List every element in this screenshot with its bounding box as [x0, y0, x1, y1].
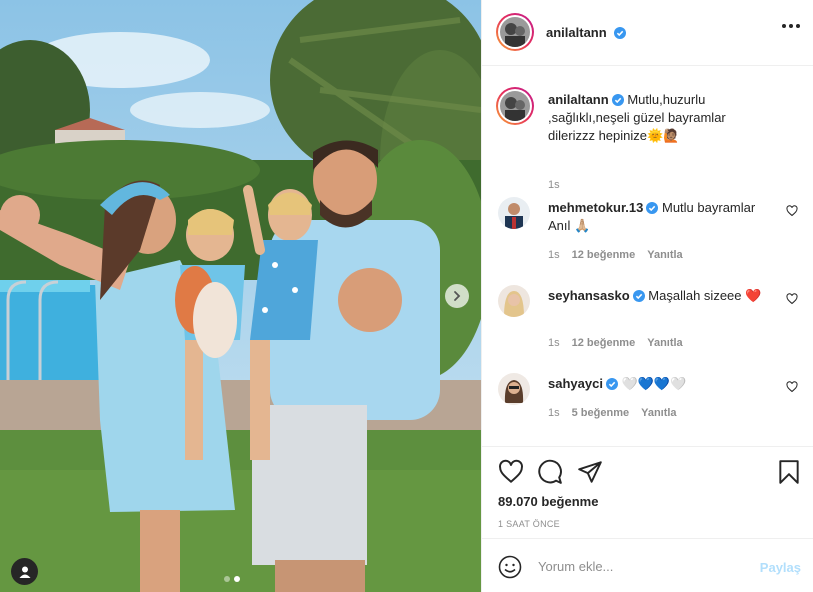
- photo-scene: [0, 0, 481, 592]
- carousel-indicator: [224, 576, 240, 582]
- share-icon[interactable]: [577, 459, 603, 485]
- caption-avatar[interactable]: [496, 87, 534, 125]
- commenter-avatar[interactable]: [498, 373, 530, 405]
- post-photo[interactable]: [0, 0, 481, 592]
- author-username[interactable]: anilaltann: [546, 25, 607, 40]
- user-tag-icon: [19, 566, 30, 578]
- verified-badge-icon: [614, 27, 627, 39]
- heart-icon[interactable]: [498, 459, 524, 485]
- author-avatar[interactable]: [496, 13, 534, 51]
- reply-button[interactable]: Yanıtla: [647, 337, 682, 349]
- bookmark-icon[interactable]: [777, 459, 801, 485]
- comment-meta: 1s 5 beğenme Yanıtla: [548, 407, 677, 419]
- comment-username[interactable]: mehmetokur.13: [548, 200, 643, 215]
- caption-text: anilaltann Mutlu,huzurlu ,sağlıklı,neşel…: [548, 91, 748, 145]
- comment-icon[interactable]: [537, 459, 563, 485]
- commenter-avatar[interactable]: [498, 197, 530, 229]
- comment-text: seyhansasko Maşallah sizeee ❤️: [548, 287, 768, 305]
- carousel-next-button[interactable]: [445, 284, 469, 308]
- comment-meta: 1s 12 beğenme Yanıtla: [548, 249, 683, 261]
- add-comment-bar: Paylaş: [482, 540, 813, 592]
- more-options-icon: [782, 24, 786, 28]
- comment-time[interactable]: 1s: [548, 337, 560, 349]
- avatar-photo: [500, 17, 530, 47]
- emoji-icon[interactable]: [498, 555, 522, 579]
- comment-input[interactable]: [538, 556, 748, 576]
- caption-time[interactable]: 1s: [548, 179, 560, 191]
- post-dialog: anilaltann anilaltann Mutlu,huzurlu ,sağ…: [0, 0, 813, 592]
- comments-list: anilaltann Mutlu,huzurlu ,sağlıklı,neşel…: [482, 67, 813, 447]
- comment-emoji: ❤️: [745, 288, 762, 303]
- post-timestamp[interactable]: 1 SAAT ÖNCE: [498, 519, 560, 529]
- comment-like-heart-icon[interactable]: [786, 293, 798, 305]
- comment-time[interactable]: 1s: [548, 249, 560, 261]
- comment-username[interactable]: seyhansasko: [548, 288, 630, 303]
- comment-like-heart-icon[interactable]: [786, 205, 798, 217]
- reply-button[interactable]: Yanıtla: [647, 249, 682, 261]
- caption-username[interactable]: anilaltann: [548, 92, 609, 107]
- comment-body: Maşallah sizeee: [648, 288, 742, 303]
- comment-likes[interactable]: 5 beğenme: [572, 407, 629, 419]
- comment-text: sahyayci 🤍💙💙🤍: [548, 375, 768, 393]
- comment-emoji: 🤍💙💙🤍: [621, 376, 687, 391]
- post-sidebar: anilaltann anilaltann Mutlu,huzurlu ,sağ…: [481, 0, 813, 592]
- post-actions: 89.070 beğenme 1 SAAT ÖNCE: [482, 447, 813, 539]
- comment-username[interactable]: sahyayci: [548, 376, 603, 391]
- verified-badge-icon: [605, 378, 618, 390]
- chevron-right-icon: [454, 291, 461, 301]
- more-options-button[interactable]: [782, 24, 800, 28]
- author-name-row: anilaltann: [546, 24, 627, 42]
- post-header: anilaltann: [482, 0, 813, 66]
- comment-emoji: 🙏🏼: [574, 218, 591, 233]
- comment-time[interactable]: 1s: [548, 407, 560, 419]
- user-tags-button[interactable]: [11, 558, 38, 585]
- verified-badge-icon: [632, 290, 645, 302]
- carousel-dot-active: [234, 576, 240, 582]
- reply-button[interactable]: Yanıtla: [641, 407, 676, 419]
- like-count[interactable]: 89.070 beğenme: [498, 494, 598, 509]
- comment-like-heart-icon[interactable]: [786, 381, 798, 393]
- verified-badge-icon: [646, 202, 659, 214]
- comment-likes[interactable]: 12 beğenme: [572, 249, 636, 261]
- comment-likes[interactable]: 12 beğenme: [572, 337, 636, 349]
- caption-emoji: 🌞🙋🏽: [647, 128, 680, 143]
- caption-meta: 1s: [548, 179, 560, 191]
- carousel-dot: [224, 576, 230, 582]
- commenter-avatar[interactable]: [498, 285, 530, 317]
- post-comment-button[interactable]: Paylaş: [760, 560, 801, 575]
- comment-meta: 1s 12 beğenme Yanıtla: [548, 337, 683, 349]
- comment-text: mehmetokur.13 Mutlu bayramlar Anıl 🙏🏼: [548, 199, 768, 235]
- verified-badge-icon: [611, 94, 624, 106]
